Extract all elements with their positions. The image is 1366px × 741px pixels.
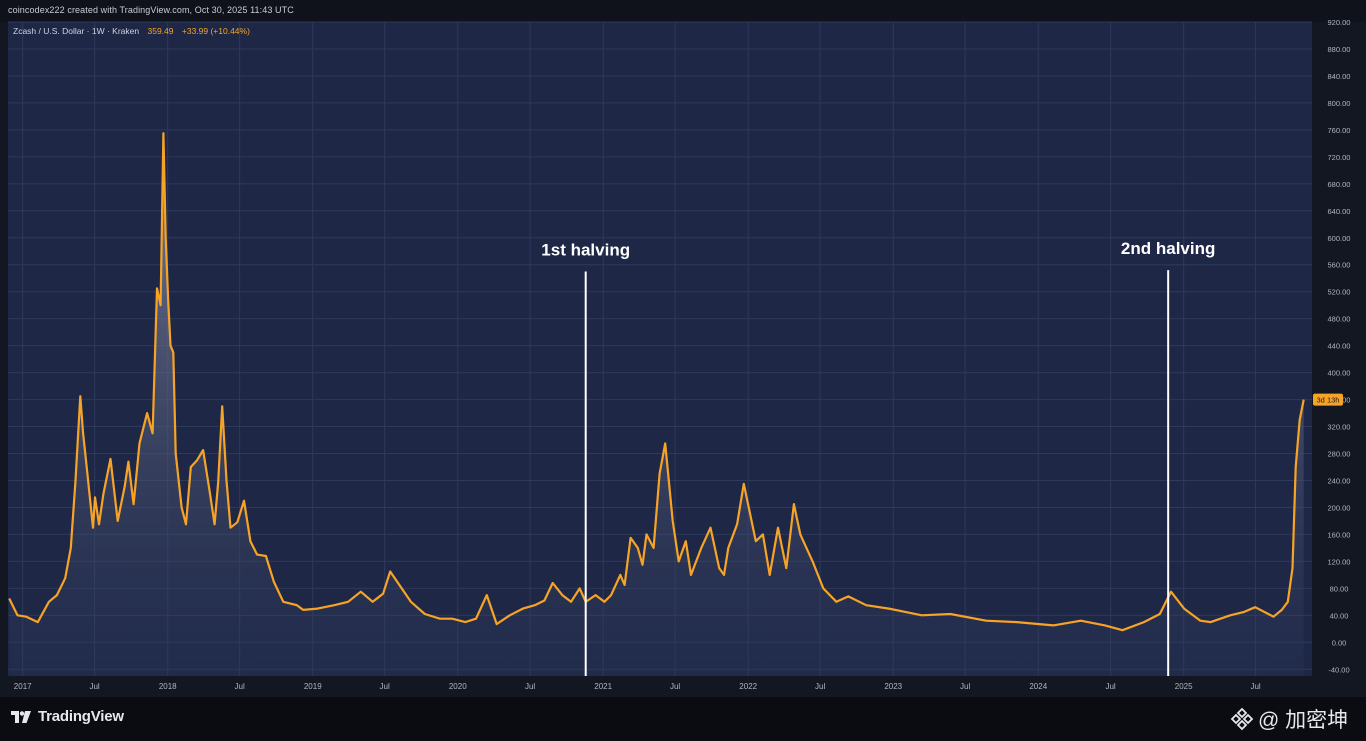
y-tick-label: 760.00 bbox=[1328, 126, 1351, 135]
x-tick-label: 2020 bbox=[449, 682, 467, 691]
x-tick-label: Jul bbox=[815, 682, 825, 691]
y-tick-label: 720.00 bbox=[1328, 153, 1351, 162]
y-tick-label: 480.00 bbox=[1328, 315, 1351, 324]
x-tick-label: Jul bbox=[525, 682, 535, 691]
x-tick-label: Jul bbox=[1105, 682, 1115, 691]
x-tick-label: 2017 bbox=[14, 682, 32, 691]
y-tick-label: 120.00 bbox=[1328, 557, 1351, 566]
x-tick-label: Jul bbox=[1250, 682, 1260, 691]
y-tick-label: 200.00 bbox=[1328, 503, 1351, 512]
x-axis-strip bbox=[8, 676, 1366, 697]
x-tick-label: 2022 bbox=[739, 682, 757, 691]
y-tick-label: 800.00 bbox=[1328, 99, 1351, 108]
y-tick-label: 40.00 bbox=[1330, 611, 1349, 620]
bottom-bar bbox=[0, 697, 1366, 741]
y-tick-label: 80.00 bbox=[1330, 584, 1349, 593]
tradingview-brand[interactable]: TradingView bbox=[10, 708, 124, 725]
x-tick-label: Jul bbox=[380, 682, 390, 691]
tradingview-logo-icon bbox=[11, 710, 31, 723]
chart-legend: Zcash / U.S. Dollar · 1W · Kraken 359.49… bbox=[13, 26, 250, 36]
x-tick-label: 2019 bbox=[304, 682, 322, 691]
y-tick-label: 560.00 bbox=[1328, 261, 1351, 270]
x-tick-label: Jul bbox=[235, 682, 245, 691]
y-tick-label: -40.00 bbox=[1328, 665, 1349, 674]
price-badge: 3d 13h bbox=[1313, 393, 1343, 406]
y-tick-label: 0.00 bbox=[1332, 638, 1347, 647]
legend-symbol: Zcash / U.S. Dollar · 1W · Kraken bbox=[13, 26, 139, 36]
y-tick-label: 920.00 bbox=[1328, 18, 1351, 27]
x-tick-label: 2018 bbox=[159, 682, 177, 691]
x-tick-label: 2021 bbox=[594, 682, 612, 691]
x-tick-label: Jul bbox=[670, 682, 680, 691]
price-badge-text: 3d 13h bbox=[1317, 396, 1340, 405]
y-tick-label: 600.00 bbox=[1328, 234, 1351, 243]
y-tick-label: 280.00 bbox=[1328, 450, 1351, 459]
y-tick-label: 440.00 bbox=[1328, 342, 1351, 351]
y-tick-label: 240.00 bbox=[1328, 476, 1351, 485]
halving-label: 1st halving bbox=[541, 240, 630, 259]
y-tick-label: 640.00 bbox=[1328, 207, 1351, 216]
halving-label: 2nd halving bbox=[1121, 239, 1215, 258]
y-tick-label: 160.00 bbox=[1328, 530, 1351, 539]
legend-change: +33.99 (+10.44%) bbox=[182, 26, 250, 36]
x-tick-label: 2025 bbox=[1175, 682, 1193, 691]
y-tick-label: 880.00 bbox=[1328, 45, 1351, 54]
y-tick-label: 520.00 bbox=[1328, 288, 1351, 297]
y-tick-label: 840.00 bbox=[1328, 72, 1351, 81]
x-tick-label: 2024 bbox=[1029, 682, 1047, 691]
x-tick-label: Jul bbox=[960, 682, 970, 691]
y-tick-label: 680.00 bbox=[1328, 180, 1351, 189]
legend-price: 359.49 bbox=[148, 26, 174, 36]
binance-icon bbox=[1230, 707, 1254, 731]
watermark-text: @ 加密坤 bbox=[1258, 709, 1349, 732]
x-tick-label: Jul bbox=[89, 682, 99, 691]
y-tick-label: 400.00 bbox=[1328, 369, 1351, 378]
svg-text:Zcash / U.S. Dollar · 1W · Kra: Zcash / U.S. Dollar · 1W · Kraken 359.49… bbox=[13, 26, 250, 36]
x-tick-label: 2023 bbox=[884, 682, 902, 691]
tradingview-brand-text: TradingView bbox=[38, 708, 124, 725]
watermark: @ 加密坤 bbox=[1230, 704, 1348, 734]
y-tick-label: 320.00 bbox=[1328, 423, 1351, 432]
price-chart[interactable]: 1st halving 2nd halving 2017 Jul 2018 Jul 201… bbox=[0, 0, 1366, 697]
